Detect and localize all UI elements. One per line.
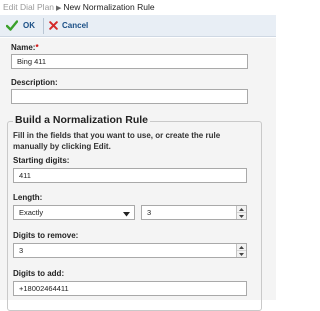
toolbar-divider — [43, 17, 44, 34]
digits-to-remove-spinner — [236, 244, 246, 257]
digits-to-remove-stepper[interactable]: 3 — [13, 243, 247, 258]
cancel-button-label: Cancel — [62, 21, 89, 30]
description-label: Description: — [11, 78, 58, 87]
length-increment-icon[interactable] — [237, 206, 246, 213]
length-mode-select[interactable]: Exactly — [13, 205, 135, 220]
group-legend: Build a Normalization Rule — [13, 114, 151, 126]
digits-to-add-label: Digits to add: — [13, 269, 65, 278]
digits-to-remove-decrement-icon[interactable] — [237, 251, 246, 257]
length-decrement-icon[interactable] — [237, 213, 246, 219]
digits-to-remove-value: 3 — [19, 246, 24, 255]
name-input[interactable]: Bing 411 — [11, 54, 248, 69]
length-stepper[interactable]: 3 — [141, 205, 247, 220]
breadcrumb: Edit Dial Plan ▶ New Normalization Rule — [0, 0, 276, 15]
description-input[interactable] — [11, 89, 248, 104]
required-marker: * — [35, 43, 39, 52]
rule-editor-panel: Name:* Bing 411 Description: Build a Nor… — [0, 37, 276, 311]
cancel-button[interactable]: Cancel — [49, 21, 88, 30]
red-x-icon — [49, 21, 58, 30]
breadcrumb-parent-link[interactable]: Edit Dial Plan — [3, 2, 54, 12]
digits-to-remove-increment-icon[interactable] — [237, 244, 246, 251]
chevron-down-icon — [123, 210, 130, 219]
digits-to-remove-label: Digits to remove: — [13, 231, 79, 240]
ok-button-label: OK — [23, 21, 35, 30]
ok-button[interactable]: OK — [6, 20, 35, 31]
digits-to-add-input[interactable]: +18002464411 — [13, 281, 247, 296]
breadcrumb-separator-icon: ▶ — [56, 5, 62, 12]
checkmark-icon — [6, 20, 18, 31]
starting-digits-label: Starting digits: — [13, 156, 70, 165]
length-stepper-value: 3 — [147, 208, 152, 217]
toolbar: OK Cancel — [0, 15, 276, 37]
breadcrumb-current: New Normalization Rule — [63, 2, 155, 12]
length-label: Length: — [13, 193, 43, 202]
rule-hint-text: Fill in the fields that you want to use,… — [13, 131, 221, 151]
normalization-rule-group: Build a Normalization Rule Fill in the f… — [7, 114, 262, 311]
starting-digits-input[interactable]: 411 — [13, 168, 247, 183]
length-spinner — [236, 206, 246, 219]
length-mode-value: Exactly — [19, 208, 44, 217]
name-label: Name:* — [11, 43, 39, 52]
